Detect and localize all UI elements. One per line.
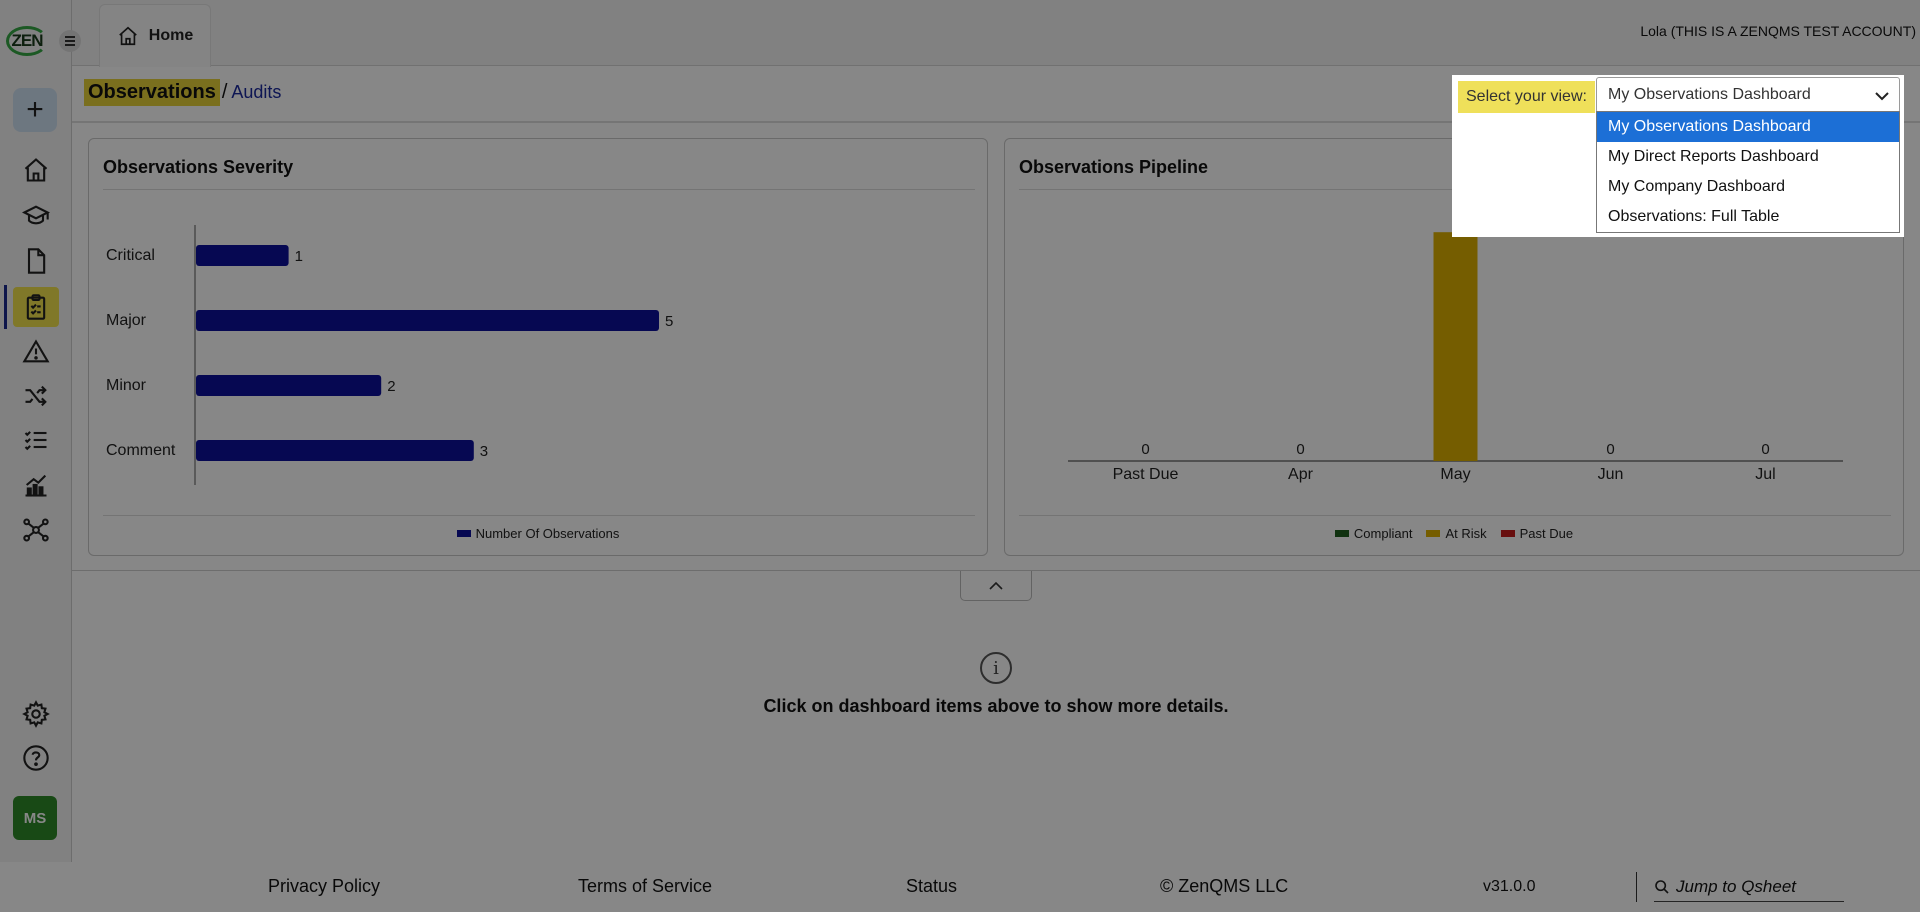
chevron-down-icon bbox=[1875, 92, 1889, 101]
view-options-list: My Observations Dashboard My Direct Repo… bbox=[1596, 111, 1900, 233]
view-option[interactable]: My Direct Reports Dashboard bbox=[1597, 142, 1899, 172]
view-option[interactable]: My Company Dashboard bbox=[1597, 172, 1899, 202]
view-select[interactable]: My Observations Dashboard bbox=[1596, 77, 1900, 113]
view-option[interactable]: My Observations Dashboard bbox=[1597, 112, 1899, 142]
view-selector-label: Select your view: bbox=[1458, 81, 1595, 113]
view-select-value: My Observations Dashboard bbox=[1608, 86, 1811, 103]
view-option[interactable]: Observations: Full Table bbox=[1597, 202, 1899, 232]
view-selector-panel: Select your view: My Observations Dashbo… bbox=[1452, 75, 1904, 237]
